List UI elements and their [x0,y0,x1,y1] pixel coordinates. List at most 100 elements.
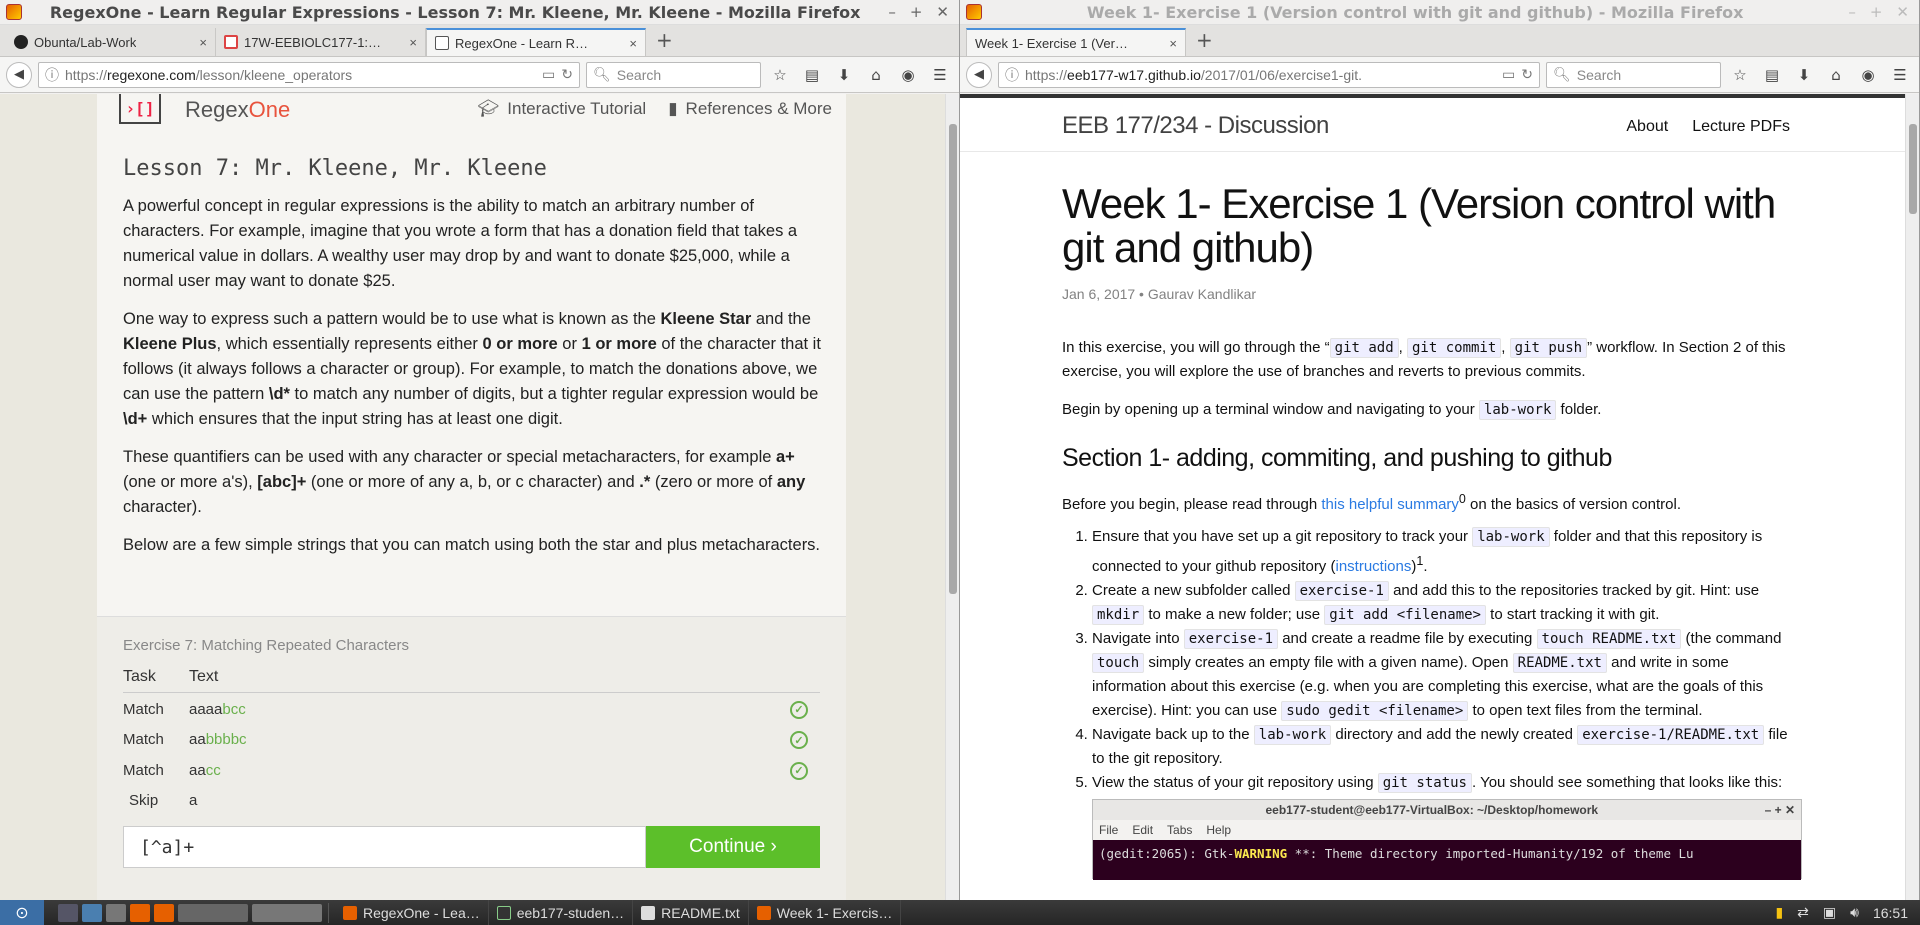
tab-close-icon[interactable]: × [409,35,417,50]
task-terminal[interactable]: eeb177-studen… [489,900,634,925]
home-icon[interactable]: ⌂ [863,66,889,84]
paragraph-1: A powerful concept in regular expression… [123,197,798,290]
brand-name[interactable]: RegexOne [185,97,290,123]
back-button[interactable]: ◀ [6,61,32,88]
downloads-icon[interactable]: ⬇ [1791,66,1817,84]
pocket-icon[interactable]: ◉ [1855,66,1881,84]
start-menu-button[interactable]: ⊙ [0,900,44,925]
pocket-icon[interactable]: ◉ [895,66,921,84]
summary-link[interactable]: this helpful summary [1321,496,1459,513]
terminal-controls: – + ✕ [1764,803,1795,817]
maximize-icon[interactable]: + [1870,3,1883,21]
close-icon[interactable]: ✕ [1896,3,1909,21]
info-icon[interactable]: ⓘ [1005,65,1019,85]
list-item: Ensure that you have set up a git reposi… [1092,525,1802,579]
menu-icon[interactable]: ☰ [1887,66,1913,84]
nav-label: Interactive Tutorial [507,99,647,118]
clock[interactable]: 16:51 [1873,905,1908,921]
url-bar[interactable]: ⓘ https://regexone.com/lesson/kleene_ope… [38,61,580,88]
nav-interactive-tutorial[interactable]: 🎓︎ Interactive Tutorial [478,99,647,119]
site-title[interactable]: EEB 177/234 - Discussion [1062,112,1329,140]
minimize-icon[interactable]: – [1848,3,1856,21]
search-box[interactable]: 🔍︎ Search [586,61,761,88]
task-label: README.txt [661,904,740,921]
scrollbar[interactable] [945,94,959,900]
tab-gmail[interactable]: 17W-EEBIOLC177-1:… × [216,28,426,56]
paragraph-2: One way to express such a pattern would … [123,310,821,428]
search-box[interactable]: 🔍︎ Search [1546,61,1721,88]
scrollbar-thumb[interactable] [949,124,957,594]
menu-about[interactable]: About [1626,118,1668,136]
tab-label: 17W-EEBIOLC177-1:… [244,34,382,50]
continue-button[interactable]: Continue › [646,825,820,868]
minimize-icon[interactable]: – [888,3,896,21]
battery-icon[interactable]: ▮ [1775,904,1783,921]
search-icon: 🔍︎ [593,66,611,82]
terminal-launcher-icon[interactable] [106,903,126,922]
tab-label: Week 1- Exercise 1 (Ver… [975,35,1128,51]
menu-icon[interactable]: ☰ [927,66,953,84]
task-week1[interactable]: Week 1- Exercis… [749,900,902,925]
table-row: Match aacc ✓ [123,754,820,785]
tab-close-icon[interactable]: × [1169,36,1177,51]
exercise-panel: Exercise 7: Matching Repeated Characters… [97,616,846,900]
workspace-1[interactable] [178,903,248,922]
task-regexone[interactable]: RegexOne - Lea… [335,900,489,925]
regex-input[interactable]: [^a]+ [123,825,646,868]
new-tab-button[interactable]: + [646,28,683,56]
url-bar[interactable]: ⓘ https://eeb177-w17.github.io/2017/01/0… [998,61,1540,88]
reader-view-icon[interactable]: ▭ [1502,66,1515,83]
reload-icon[interactable]: ↻ [561,66,573,83]
list-item: Navigate back up to the lab-work directo… [1092,723,1802,771]
nav-references[interactable]: ▮ References & More [668,99,832,119]
paragraph-4: Below are a few simple strings that you … [123,536,821,554]
firefox-launcher-icon[interactable] [130,903,150,922]
search-icon: 🔍︎ [1553,66,1571,82]
volume-icon[interactable]: 🔊︎ [1850,904,1859,921]
reading-list-icon[interactable]: ▤ [799,66,825,84]
gmail-icon [224,35,238,49]
right-browser-window: Week 1- Exercise 1 (Version control with… [960,0,1920,900]
bookmark-star-icon[interactable]: ☆ [1727,66,1753,84]
display-icon[interactable]: ▣ [1823,904,1836,921]
maximize-icon[interactable]: + [910,3,923,21]
reader-view-icon[interactable]: ▭ [542,66,555,83]
steps-list: Ensure that you have set up a git reposi… [1092,525,1802,795]
file-manager-icon[interactable] [82,903,102,922]
scrollbar-thumb[interactable] [1909,124,1917,214]
tab-close-icon[interactable]: × [629,36,637,51]
back-button[interactable]: ◀ [966,61,992,88]
regexone-logo[interactable]: ›[] [119,94,161,124]
blog-page: EEB 177/234 - Discussion About Lecture P… [960,94,1906,900]
nav-bar: ◀ ⓘ https://eeb177-w17.github.io/2017/01… [960,57,1919,93]
search-placeholder: Search [1576,66,1622,83]
tab-close-icon[interactable]: × [199,35,207,50]
site-header: ›[] RegexOne 🎓︎ Interactive Tutorial ▮ Ref… [97,94,846,132]
reload-icon[interactable]: ↻ [1521,66,1533,83]
show-desktop-icon[interactable] [58,903,78,922]
text-cell: a [189,791,198,809]
instructions-link[interactable]: instructions [1335,558,1411,575]
graduation-cap-icon: 🎓︎ [477,99,500,118]
bookmark-star-icon[interactable]: ☆ [767,66,793,84]
close-icon[interactable]: ✕ [936,3,949,21]
home-icon[interactable]: ⌂ [1823,66,1849,84]
scrollbar[interactable] [1905,94,1919,900]
terminal-title: eeb177-student@eeb177-VirtualBox: ~/Desk… [1265,803,1599,817]
network-icon[interactable]: ⇄ [1797,904,1809,921]
reading-list-icon[interactable]: ▤ [1759,66,1785,84]
tab-week1-exercise[interactable]: Week 1- Exercise 1 (Ver… × [966,28,1186,56]
menu-lecture-pdfs[interactable]: Lecture PDFs [1692,118,1790,136]
lesson-column: ›[] RegexOne 🎓︎ Interactive Tutorial ▮ Ref… [97,94,846,900]
workspace-2[interactable] [252,903,322,922]
firefox-launcher-icon-2[interactable] [154,903,174,922]
tab-obunta-lab-work[interactable]: Obunta/Lab-Work × [6,28,216,56]
info-icon[interactable]: ⓘ [45,65,59,85]
new-tab-button[interactable]: + [1186,28,1223,56]
exercise-table: Task Text Match aaaabcc ✓ Match aabbbbc ✓ Mat… [123,662,820,814]
tab-regexone[interactable]: RegexOne - Learn R… × [426,28,646,56]
title-bar: RegexOne - Learn Regular Expressions - L… [0,0,959,25]
downloads-icon[interactable]: ⬇ [831,66,857,84]
task-readme[interactable]: README.txt [633,900,749,925]
tab-bar: Week 1- Exercise 1 (Ver… × + [960,25,1919,57]
